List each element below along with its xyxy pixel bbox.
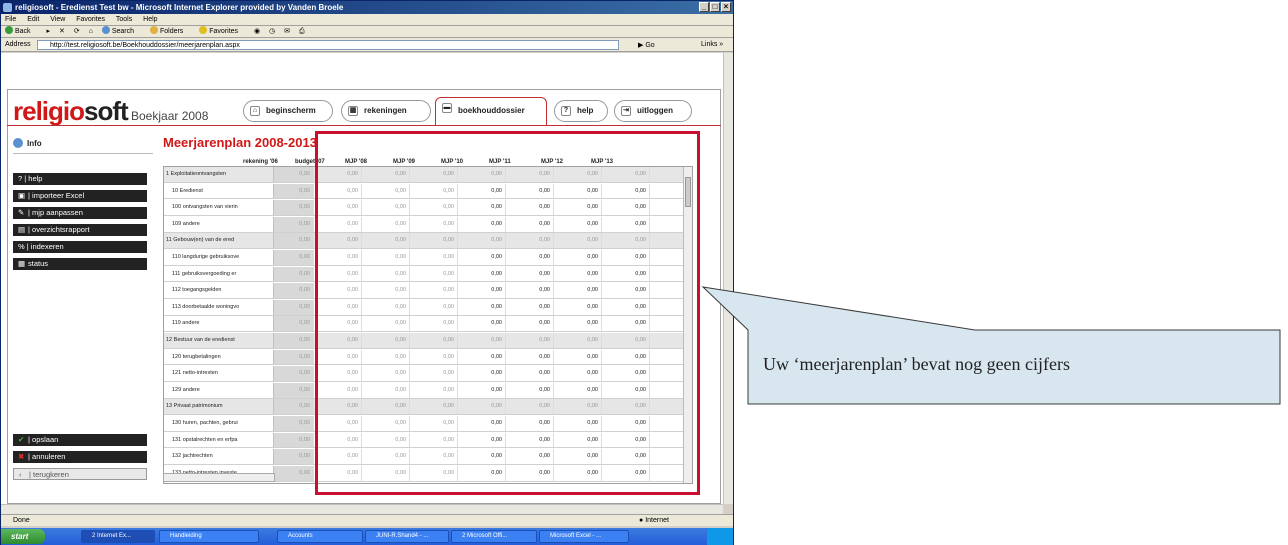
callout-text: Uw ‘meerjarenplan’ bevat nog geen cijfer… (763, 354, 1071, 374)
callout-bubble (703, 287, 1280, 404)
callout-shape (701, 286, 1281, 405)
